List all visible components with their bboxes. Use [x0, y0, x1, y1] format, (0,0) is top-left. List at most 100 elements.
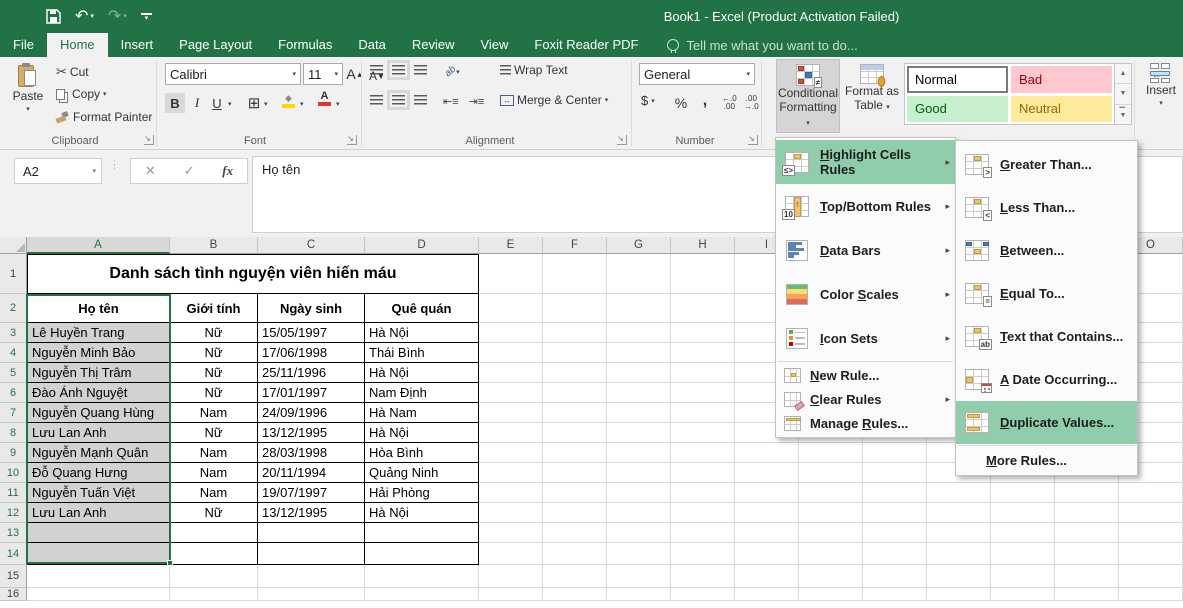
align-middle-button[interactable]: [392, 65, 405, 75]
paste-button[interactable]: Paste ▾: [8, 60, 48, 132]
row-header-11[interactable]: 11: [0, 483, 27, 503]
grid-cell[interactable]: [543, 423, 607, 443]
grid-cell[interactable]: [543, 588, 607, 601]
decrease-indent-button[interactable]: ⇤≡: [443, 95, 459, 108]
grid-cell[interactable]: [607, 403, 671, 423]
comma-style-button[interactable]: ,: [696, 91, 714, 111]
table-data-cell[interactable]: Nam: [170, 463, 258, 483]
table-data-cell[interactable]: 24/09/1996: [258, 403, 365, 423]
grid-cell[interactable]: [671, 443, 735, 463]
grid-cell[interactable]: [671, 523, 735, 543]
align-top-button[interactable]: [370, 65, 383, 75]
grid-cell[interactable]: [607, 523, 671, 543]
table-data-cell[interactable]: Hà Nam: [365, 403, 479, 423]
column-header-B[interactable]: B: [170, 237, 258, 254]
grid-cell[interactable]: [543, 523, 607, 543]
grid-cell[interactable]: [799, 443, 863, 463]
borders-dropdown-icon[interactable]: ▾: [264, 100, 268, 108]
row-header-7[interactable]: 7: [0, 403, 27, 423]
grid-cell[interactable]: [479, 363, 543, 383]
grid-cell[interactable]: [479, 294, 543, 323]
menu-item-a-date-occurring[interactable]: A Date Occurring...: [956, 358, 1137, 401]
grid-cell[interactable]: [991, 523, 1055, 543]
grid-cell[interactable]: [479, 343, 543, 363]
merge-center-dropdown-icon[interactable]: ▾: [605, 96, 609, 104]
grid-cell[interactable]: [479, 423, 543, 443]
grid-cell[interactable]: [991, 483, 1055, 503]
grid-cell[interactable]: [479, 323, 543, 343]
menu-item-highlight-cells-rules[interactable]: ≤>Highlight Cells Rules▸: [776, 140, 955, 184]
table-data-cell[interactable]: Lưu Lan Anh: [27, 503, 170, 523]
table-empty-cell[interactable]: [170, 543, 258, 565]
align-center-button[interactable]: [392, 95, 405, 105]
grid-cell[interactable]: [991, 543, 1055, 565]
grid-cell[interactable]: [607, 294, 671, 323]
grid-cell[interactable]: [735, 543, 799, 565]
grid-cell[interactable]: [543, 463, 607, 483]
grid-cell[interactable]: [365, 565, 479, 588]
grid-cell[interactable]: [543, 363, 607, 383]
grid-cell[interactable]: [671, 363, 735, 383]
grid-cell[interactable]: [543, 294, 607, 323]
format-painter-button[interactable]: Format Painter: [56, 110, 152, 124]
table-data-cell[interactable]: Đào Ánh Nguyệt: [27, 383, 170, 403]
menu-item-less-than[interactable]: <Less Than...: [956, 186, 1137, 229]
grid-cell[interactable]: [799, 483, 863, 503]
grid-cell[interactable]: [863, 503, 927, 523]
table-data-cell[interactable]: Hà Nội: [365, 423, 479, 443]
font-color-dropdown-icon[interactable]: ▾: [336, 100, 340, 108]
row-header-12[interactable]: 12: [0, 503, 27, 523]
accounting-dropdown-icon[interactable]: ▾: [651, 97, 655, 105]
insert-dropdown-icon[interactable]: ▾: [1159, 97, 1163, 111]
table-data-cell[interactable]: 13/12/1995: [258, 503, 365, 523]
grid-cell[interactable]: [1119, 503, 1183, 523]
table-data-cell[interactable]: Lê Huyền Trang: [27, 323, 170, 343]
grid-cell[interactable]: [735, 565, 799, 588]
grid-cell[interactable]: [735, 443, 799, 463]
table-data-cell[interactable]: Nguyễn Thị Trâm: [27, 363, 170, 383]
grid-cell[interactable]: [543, 343, 607, 363]
table-data-cell[interactable]: Hải Phòng: [365, 483, 479, 503]
table-empty-cell[interactable]: [365, 543, 479, 565]
grid-cell[interactable]: [479, 523, 543, 543]
table-data-cell[interactable]: Nam: [170, 443, 258, 463]
row-header-8[interactable]: 8: [0, 423, 27, 443]
grid-cell[interactable]: [991, 503, 1055, 523]
table-data-cell[interactable]: Nam: [170, 403, 258, 423]
bold-button[interactable]: B: [165, 93, 185, 113]
grid-cell[interactable]: [799, 543, 863, 565]
grid-cell[interactable]: [543, 543, 607, 565]
grid-cell[interactable]: [479, 383, 543, 403]
grid-cell[interactable]: [607, 423, 671, 443]
grid-cell[interactable]: [735, 483, 799, 503]
increase-decimal-button[interactable]: ←.0.00: [722, 95, 737, 111]
column-header-A[interactable]: A: [27, 237, 170, 254]
grid-cell[interactable]: [671, 565, 735, 588]
grid-cell[interactable]: [927, 565, 991, 588]
column-header-H[interactable]: H: [671, 237, 735, 254]
paste-dropdown-icon[interactable]: ▾: [26, 103, 30, 117]
tab-file[interactable]: File: [0, 33, 47, 57]
column-header-C[interactable]: C: [258, 237, 365, 254]
underline-dropdown-icon[interactable]: ▾: [228, 100, 232, 108]
table-data-cell[interactable]: Thái Bình: [365, 343, 479, 363]
percent-style-button[interactable]: %: [672, 93, 690, 113]
column-header-F[interactable]: F: [543, 237, 607, 254]
grid-cell[interactable]: [607, 383, 671, 403]
tab-formulas[interactable]: Formulas: [265, 33, 345, 57]
tab-home[interactable]: Home: [47, 33, 108, 57]
grid-cell[interactable]: [927, 503, 991, 523]
copy-dropdown-icon[interactable]: ▾: [103, 90, 107, 98]
row-header-6[interactable]: 6: [0, 383, 27, 403]
row-header-14[interactable]: 14: [0, 543, 27, 565]
grid-cell[interactable]: [863, 483, 927, 503]
accounting-format-button[interactable]: $▾: [641, 93, 655, 108]
table-empty-cell[interactable]: [258, 523, 365, 543]
column-header-D[interactable]: D: [365, 237, 479, 254]
copy-button[interactable]: Copy▾: [56, 87, 107, 101]
table-data-cell[interactable]: Nguyễn Tuấn Việt: [27, 483, 170, 503]
table-data-cell[interactable]: 15/05/1997: [258, 323, 365, 343]
cut-button[interactable]: ✂Cut: [56, 64, 89, 80]
grid-cell[interactable]: [543, 403, 607, 423]
table-data-cell[interactable]: 19/07/1997: [258, 483, 365, 503]
